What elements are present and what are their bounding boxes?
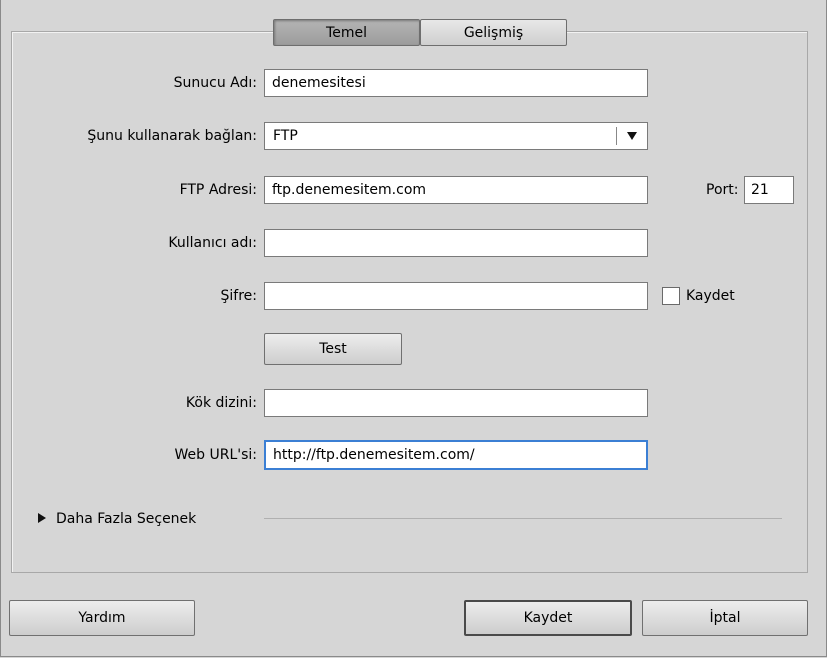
server-name-input[interactable] [264,69,648,97]
test-button[interactable]: Test [264,333,402,365]
cancel-button-label: İptal [709,610,741,626]
server-name-label: Sunucu Adı: [173,75,257,91]
help-button-label: Yardım [78,610,126,626]
more-options-label: Daha Fazla Seçenek [56,511,197,527]
tab-advanced[interactable]: Gelişmiş [420,19,567,46]
password-label: Şifre: [220,288,257,304]
port-label: Port: [706,182,739,198]
tab-basic[interactable]: Temel [273,19,420,46]
more-options-toggle[interactable]: Daha Fazla Seçenek [38,511,196,527]
username-input[interactable] [264,229,648,257]
save-password-checkbox[interactable] [662,287,680,305]
ftp-address-label: FTP Adresi: [179,182,257,198]
root-dir-input[interactable] [264,389,648,417]
connect-using-value: FTP [273,128,298,144]
port-input[interactable] [744,176,794,204]
help-button[interactable]: Yardım [9,600,195,636]
web-url-input[interactable] [264,440,648,470]
web-url-label: Web URL'si: [174,447,258,463]
cancel-button[interactable]: İptal [642,600,808,636]
connect-using-select[interactable]: FTP [264,122,648,150]
root-dir-label: Kök dizini: [185,395,257,411]
triangle-down-icon[interactable] [617,132,647,140]
save-password-label: Kaydet [686,288,735,304]
connect-using-label: Şunu kullanarak bağlan: [87,128,257,144]
save-button[interactable]: Kaydet [464,600,632,636]
more-options-divider [264,518,782,519]
username-label: Kullanıcı adı: [168,235,257,251]
test-button-label: Test [319,341,347,357]
triangle-right-icon [38,511,46,527]
ftp-address-input[interactable] [264,176,648,204]
tab-basic-label: Temel [326,24,367,41]
tab-advanced-label: Gelişmiş [463,24,524,41]
save-button-label: Kaydet [523,610,573,626]
password-input[interactable] [264,282,648,310]
